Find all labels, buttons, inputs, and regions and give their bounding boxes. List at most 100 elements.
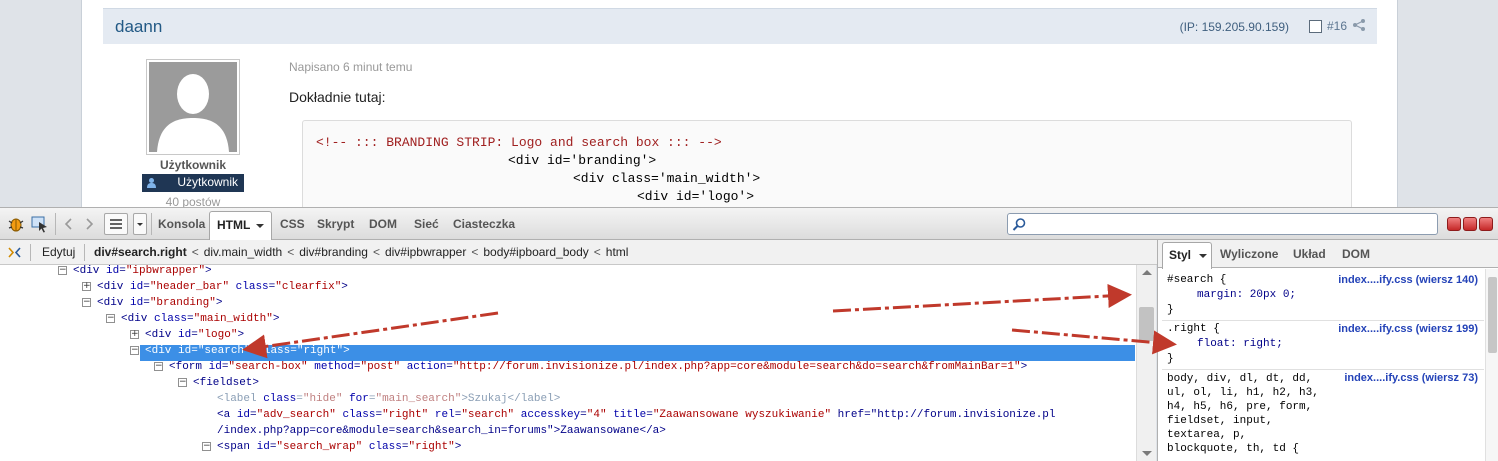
- tree-node-markup: <div id="branding">: [97, 297, 223, 309]
- edit-button[interactable]: Edytuj: [42, 245, 75, 259]
- scroll-thumb[interactable]: [1139, 307, 1154, 341]
- post-number-link[interactable]: #16: [1327, 19, 1347, 33]
- breadcrumb-item[interactable]: div#search.right: [94, 245, 187, 259]
- tree-node-markup: <div id="logo">: [145, 329, 245, 341]
- post-count: 40 postów: [165, 195, 221, 207]
- scroll-thumb[interactable]: [1488, 277, 1497, 353]
- rule-selector[interactable]: body, div, dl, dt, dd,: [1167, 373, 1312, 385]
- rule-selector-cont: textarea, p,: [1167, 429, 1247, 441]
- breadcrumb-item[interactable]: div.main_width: [204, 245, 282, 259]
- rule-selector[interactable]: .right {: [1167, 323, 1220, 335]
- minimize-button[interactable]: [1447, 217, 1461, 231]
- devtools-search-box[interactable]: [1007, 213, 1438, 235]
- post-author[interactable]: daann: [115, 17, 162, 37]
- collapse-node-icon[interactable]: −: [154, 362, 163, 371]
- collapse-node-icon[interactable]: −: [82, 298, 91, 307]
- forum-content: daann (IP: 159.205.90.159) #16 Użytkowni…: [81, 0, 1398, 207]
- tab-style-label: Styl: [1169, 248, 1192, 262]
- detach-button[interactable]: [1463, 217, 1477, 231]
- tab-layout[interactable]: Układ: [1293, 247, 1326, 261]
- rule-source-link[interactable]: index....ify.css (wiersz 199): [1338, 323, 1478, 335]
- rule-source-link[interactable]: index....ify.css (wiersz 140): [1338, 274, 1478, 286]
- tree-node-markup: <span id="search_wrap" class="right">: [217, 441, 462, 453]
- scroll-up-icon[interactable]: [1142, 270, 1152, 275]
- close-button[interactable]: [1479, 217, 1493, 231]
- tab-network[interactable]: Sieć: [414, 217, 439, 231]
- tab-script[interactable]: Skrypt: [317, 217, 354, 231]
- user-group-label: Użytkownik: [177, 175, 238, 189]
- share-icon[interactable]: [1352, 18, 1366, 32]
- forward-arrow-icon[interactable]: [80, 215, 98, 233]
- rule-selector[interactable]: #search {: [1167, 274, 1226, 286]
- panel-list-button[interactable]: [104, 213, 128, 235]
- breadcrumb-item[interactable]: body#ipboard_body: [483, 245, 588, 259]
- tree-node[interactable]: <label class="hide" for="main_search">Sz…: [217, 391, 560, 407]
- post-header: daann (IP: 159.205.90.159) #16: [103, 8, 1377, 44]
- rule-selector-cont: fieldset, input,: [1167, 415, 1273, 427]
- css-rules: #search { index....ify.css (wiersz 140) …: [1158, 269, 1488, 461]
- tab-html[interactable]: HTML: [209, 211, 272, 240]
- tree-node-markup: /index.php?app=core&module=search&search…: [217, 425, 666, 437]
- search-icon: [1012, 218, 1026, 231]
- panel-menu-dropdown[interactable]: [133, 213, 147, 235]
- user-name: Użytkownik: [159, 158, 226, 172]
- rule-source-link[interactable]: index....ify.css (wiersz 73): [1344, 372, 1478, 384]
- tree-node-markup: <div class="main_width">: [121, 313, 280, 325]
- post-date: Napisano 6 minut temu: [289, 60, 413, 74]
- tab-computed[interactable]: Wyliczone: [1220, 247, 1278, 261]
- expand-node-icon[interactable]: +: [130, 330, 139, 339]
- tree-node[interactable]: + <div id="logo">: [130, 327, 245, 343]
- expand-node-icon[interactable]: +: [82, 282, 91, 291]
- tree-node[interactable]: − <div id="ipbwrapper">: [58, 265, 212, 279]
- user-group-badge: Użytkownik: [142, 174, 244, 192]
- tree-node[interactable]: <a id="adv_search" class="right" rel="se…: [217, 407, 1056, 423]
- tab-style[interactable]: Styl: [1162, 242, 1212, 269]
- user-avatar[interactable]: [146, 59, 240, 155]
- firebug-icon[interactable]: [7, 215, 25, 233]
- inspect-element-icon[interactable]: [31, 215, 49, 233]
- tree-node-markup: <div id="header_bar" class="clearfix">: [97, 281, 348, 293]
- tree-node[interactable]: − <span id="search_wrap" class="right">: [202, 439, 462, 455]
- rule-property[interactable]: float: right;: [1197, 338, 1283, 350]
- tree-node-markup: <div id="ipbwrapper">: [73, 265, 212, 277]
- breadcrumb-item[interactable]: div#branding: [299, 245, 368, 259]
- search-input[interactable]: [1030, 216, 1430, 232]
- tree-node[interactable]: − <div class="main_width">: [106, 311, 280, 327]
- collapse-node-icon[interactable]: −: [178, 378, 187, 387]
- back-arrow-icon[interactable]: [60, 215, 78, 233]
- breadcrumb-path: div#search.right < div.main_width < div#bran…: [94, 245, 629, 259]
- rule-property[interactable]: margin: 20px 0;: [1197, 289, 1296, 301]
- collapse-node-icon[interactable]: −: [130, 346, 139, 355]
- post-ip: (IP: 159.205.90.159): [1179, 20, 1289, 34]
- avatar-silhouette-icon: [157, 74, 229, 152]
- tab-side-dom[interactable]: DOM: [1342, 247, 1370, 261]
- breadcrumb-item[interactable]: div#ipbwrapper: [385, 245, 466, 259]
- tree-node[interactable]: /index.php?app=core&module=search&search…: [217, 423, 666, 439]
- tree-scrollbar[interactable]: [1136, 265, 1156, 461]
- tree-node[interactable]: − <div id="branding">: [82, 295, 223, 311]
- toggle-layout-icon[interactable]: [7, 245, 22, 260]
- collapse-node-icon[interactable]: −: [106, 314, 115, 323]
- tree-node[interactable]: − <form id="search-box" method="post" act…: [154, 359, 1027, 375]
- code-line: <div class='main_width'>: [573, 171, 761, 186]
- tree-node[interactable]: − <fieldset>: [178, 375, 259, 391]
- tab-dom[interactable]: DOM: [369, 217, 397, 231]
- breadcrumb-item[interactable]: html: [606, 245, 629, 259]
- tab-css[interactable]: CSS: [280, 217, 305, 231]
- rule-selector-cont: ul, ol, li, h1, h2, h3,: [1167, 387, 1319, 399]
- collapse-node-icon[interactable]: −: [58, 266, 67, 275]
- collapse-node-icon[interactable]: −: [202, 442, 211, 451]
- toolbar-separator: [151, 213, 152, 235]
- side-scrollbar[interactable]: [1485, 269, 1498, 461]
- rule-divider: [1162, 369, 1484, 370]
- post-body: Dokładnie tutaj:: [289, 89, 386, 105]
- tree-node[interactable]: + <div id="header_bar" class="clearfix">: [82, 279, 348, 295]
- chevron-down-icon: [137, 223, 143, 226]
- post-select-checkbox[interactable]: [1309, 20, 1322, 33]
- tab-cookies[interactable]: Ciasteczka: [453, 217, 515, 231]
- scroll-down-icon[interactable]: [1142, 451, 1152, 456]
- tab-console[interactable]: Konsola: [158, 217, 205, 231]
- code-block: <!-- ::: BRANDING STRIP: Logo and search…: [302, 120, 1352, 207]
- tree-node[interactable]: − <div id="search" class="right">: [130, 343, 350, 359]
- tab-html-label: HTML: [217, 218, 251, 232]
